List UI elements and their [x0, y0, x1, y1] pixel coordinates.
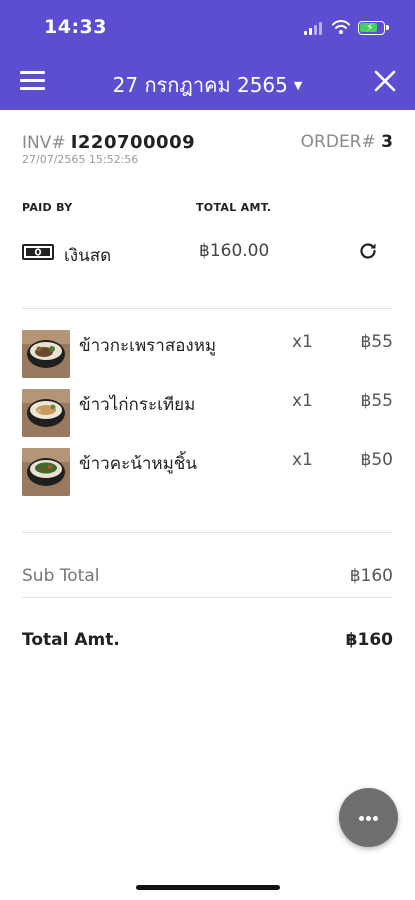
wifi-icon: [332, 20, 350, 34]
item-price: ฿55: [360, 332, 393, 352]
status-bar: 14:33 ⚡: [0, 0, 415, 55]
item-quantity: x1: [292, 450, 313, 470]
list-item[interactable]: ข้าวไก่กระเทียม x1 ฿55: [22, 389, 393, 437]
food-thumbnail: [22, 330, 70, 378]
caret-down-icon: ▼: [293, 79, 303, 92]
invoice-number: I220700009: [70, 132, 196, 153]
close-icon[interactable]: [372, 68, 398, 94]
divider: [22, 597, 393, 598]
invoice-header: INV# I220700009 ORDER# 3: [22, 132, 393, 153]
cash-icon: [22, 244, 54, 260]
item-quantity: x1: [292, 332, 313, 352]
total-label: Total Amt.: [22, 630, 120, 650]
subtotal-value: ฿160: [349, 566, 393, 586]
invoice-datetime: 27/07/2565 15:52:56: [22, 153, 139, 166]
order-label: ORDER#: [300, 132, 376, 152]
home-indicator[interactable]: [136, 885, 280, 890]
item-quantity: x1: [292, 391, 313, 411]
date-label: 27 กรกฎาคม 2565: [112, 73, 288, 97]
refresh-icon[interactable]: [357, 240, 379, 262]
list-item[interactable]: ข้าวคะน้าหมูชิ้น x1 ฿50: [22, 448, 393, 496]
divider: [22, 308, 393, 309]
order-info: ORDER# 3: [301, 132, 393, 152]
app-header: 14:33 ⚡ 27 กรกฎาคม 2565 ▼: [0, 0, 415, 110]
total-value: ฿160: [345, 630, 393, 650]
date-selector[interactable]: 27 กรกฎาคม 2565 ▼: [0, 69, 415, 101]
item-name: ข้าวไก่กระเทียม: [79, 395, 196, 415]
total-amt-header: TOTAL AMT.: [196, 201, 272, 214]
payment-amount: ฿160.00: [199, 241, 270, 261]
subtotal-label: Sub Total: [22, 566, 100, 586]
item-name: ข้าวกะเพราสองหมู: [79, 336, 217, 356]
nav-bar: 27 กรกฎาคม 2565 ▼: [0, 55, 415, 110]
item-price: ฿50: [360, 450, 393, 470]
signal-icon: [304, 22, 324, 35]
item-name: ข้าวคะน้าหมูชิ้น: [79, 454, 197, 474]
divider: [22, 532, 393, 533]
invoice-label: INV#: [22, 133, 66, 153]
food-thumbnail: [22, 448, 70, 496]
status-time: 14:33: [44, 16, 107, 38]
payment-method: เงินสด: [64, 246, 112, 266]
order-number: 3: [381, 132, 393, 152]
more-icon: [359, 816, 364, 821]
battery-icon: ⚡: [358, 21, 389, 35]
paid-by-header: PAID BY: [22, 201, 73, 214]
more-options-button[interactable]: [339, 788, 398, 847]
list-item[interactable]: ข้าวกะเพราสองหมู x1 ฿55: [22, 330, 393, 378]
food-thumbnail: [22, 389, 70, 437]
item-price: ฿55: [360, 391, 393, 411]
